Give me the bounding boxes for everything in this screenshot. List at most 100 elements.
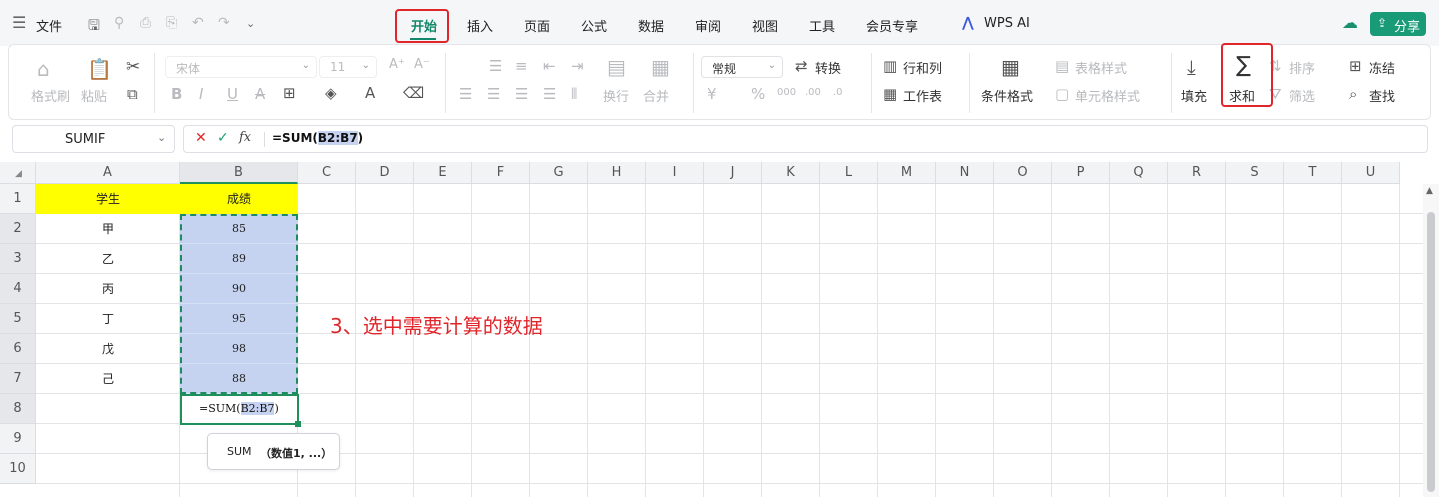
column-header-h[interactable]: H	[588, 162, 646, 184]
freeze-button[interactable]: 冻结	[1369, 58, 1395, 77]
gridline-vertical	[761, 184, 762, 497]
cell-a1[interactable]: 学生	[36, 184, 180, 214]
row-header-1[interactable]: 1	[0, 184, 36, 214]
formula-suffix: )	[357, 131, 364, 145]
font-size-dropdown[interactable]: 11 ⌄	[319, 56, 377, 78]
chevron-down-icon[interactable]: ⌄	[157, 131, 166, 144]
editing-cell-b8[interactable]: =SUM(B2:B7)	[180, 394, 301, 427]
cut-icon[interactable]: ✂	[126, 57, 140, 77]
tab-tools[interactable]: 工具	[809, 16, 835, 35]
column-header-o[interactable]: O	[994, 162, 1052, 184]
row-header-6[interactable]: 6	[0, 334, 36, 364]
tab-page[interactable]: 页面	[524, 16, 550, 35]
scrollbar-thumb[interactable]	[1427, 212, 1435, 492]
cell-style-button[interactable]: 单元格样式	[1075, 86, 1140, 105]
font-color-icon[interactable]: A	[365, 84, 375, 102]
undo-icon: ↶	[192, 15, 204, 31]
column-header-g[interactable]: G	[530, 162, 588, 184]
formula-bar[interactable]: ✕ ✓ fx =SUM(B2:B7)	[183, 125, 1428, 153]
row-header-9[interactable]: 9	[0, 424, 36, 454]
ribbon-divider	[1171, 53, 1172, 113]
tab-data[interactable]: 数据	[638, 16, 664, 35]
merge-label[interactable]: 合并	[643, 86, 669, 105]
share-button[interactable]: ⇪ 分享	[1370, 12, 1426, 36]
filter-button[interactable]: 筛选	[1289, 86, 1315, 105]
worksheet-button[interactable]: 工作表	[903, 86, 942, 105]
font-family-dropdown[interactable]: 宋体 ⌄	[165, 56, 317, 78]
select-all-corner[interactable]: ◢	[0, 162, 36, 184]
file-menu[interactable]: 文件	[36, 16, 62, 35]
tab-view[interactable]: 视图	[752, 16, 778, 35]
vertical-scrollbar[interactable]: ▲	[1423, 184, 1439, 497]
cell-a7[interactable]: 己	[36, 364, 180, 394]
confirm-icon[interactable]: ✓	[217, 130, 229, 146]
rows-cols-button[interactable]: 行和列	[903, 58, 942, 77]
menu-icon[interactable]: ☰	[12, 13, 26, 32]
tab-member[interactable]: 会员专享	[866, 16, 918, 35]
tab-wps-ai[interactable]: WPS AI	[984, 16, 1030, 31]
fill-handle[interactable]	[295, 421, 301, 427]
number-format-dropdown[interactable]: 常规 ⌄	[701, 56, 783, 78]
convert-button[interactable]: 转换	[815, 58, 841, 77]
tab-insert[interactable]: 插入	[467, 16, 493, 35]
copy-icon[interactable]: ⧉	[127, 85, 138, 103]
row-header-8[interactable]: 8	[0, 394, 36, 424]
column-header-q[interactable]: Q	[1110, 162, 1168, 184]
tab-review[interactable]: 审阅	[695, 16, 721, 35]
find-button[interactable]: 查找	[1369, 86, 1395, 105]
row-header-10[interactable]: 10	[0, 454, 36, 484]
column-header-f[interactable]: F	[472, 162, 530, 184]
column-header-m[interactable]: M	[878, 162, 936, 184]
gridline-vertical	[471, 184, 472, 497]
border-icon[interactable]: ⊞	[283, 84, 296, 102]
cell-b1[interactable]: 成绩	[180, 184, 298, 214]
row-header-5[interactable]: 5	[0, 304, 36, 334]
column-header-e[interactable]: E	[414, 162, 472, 184]
column-header-l[interactable]: L	[820, 162, 878, 184]
scroll-up-icon[interactable]: ▲	[1426, 186, 1433, 196]
gridline-vertical	[1283, 184, 1284, 497]
column-header-a[interactable]: A	[36, 162, 180, 184]
table-style-button[interactable]: 表格样式	[1075, 58, 1127, 77]
column-header-j[interactable]: J	[704, 162, 762, 184]
column-header-d[interactable]: D	[356, 162, 414, 184]
cloud-upload-icon[interactable]: ☁	[1342, 13, 1358, 32]
column-header-n[interactable]: N	[936, 162, 994, 184]
column-header-k[interactable]: K	[762, 162, 820, 184]
strikethrough-icon: A	[255, 85, 266, 103]
paste-label[interactable]: 粘贴	[81, 86, 107, 105]
cancel-icon[interactable]: ✕	[195, 130, 207, 146]
column-header-s[interactable]: S	[1226, 162, 1284, 184]
function-icon[interactable]: fx	[239, 130, 251, 145]
fill-button[interactable]: 填充	[1181, 86, 1207, 105]
formula-input[interactable]: =SUM(B2:B7)	[272, 131, 363, 145]
cell-a6[interactable]: 戊	[36, 334, 180, 364]
row-header-4[interactable]: 4	[0, 274, 36, 304]
cell-a2[interactable]: 甲	[36, 214, 180, 244]
column-header-c[interactable]: C	[298, 162, 356, 184]
wrap-text-label[interactable]: 换行	[603, 86, 629, 105]
chevron-down-icon[interactable]: ⌄	[246, 17, 255, 30]
column-header-i[interactable]: I	[646, 162, 704, 184]
format-painter-label[interactable]: 格式刷	[31, 86, 70, 105]
column-header-b[interactable]: B	[180, 162, 298, 184]
print-preview-icon: ⎘	[166, 15, 178, 31]
column-header-r[interactable]: R	[1168, 162, 1226, 184]
column-header-t[interactable]: T	[1284, 162, 1342, 184]
save-icon[interactable]: 🖫	[88, 15, 100, 39]
fill-color-icon[interactable]: ◈	[325, 84, 337, 102]
tab-formula[interactable]: 公式	[581, 16, 607, 35]
column-header-p[interactable]: P	[1052, 162, 1110, 184]
row-header-2[interactable]: 2	[0, 214, 36, 244]
cell-a3[interactable]: 乙	[36, 244, 180, 274]
column-header-u[interactable]: U	[1342, 162, 1400, 184]
sort-button[interactable]: 排序	[1289, 58, 1315, 77]
row-header-7[interactable]: 7	[0, 364, 36, 394]
conditional-format-button[interactable]: 条件格式	[981, 86, 1033, 105]
row-header-3[interactable]: 3	[0, 244, 36, 274]
clear-format-icon[interactable]: ⌫	[403, 84, 424, 102]
cell-a5[interactable]: 丁	[36, 304, 180, 334]
name-box[interactable]: SUMIF ⌄	[12, 125, 175, 153]
freeze-icon: ⊞	[1349, 57, 1362, 75]
cell-a4[interactable]: 丙	[36, 274, 180, 304]
